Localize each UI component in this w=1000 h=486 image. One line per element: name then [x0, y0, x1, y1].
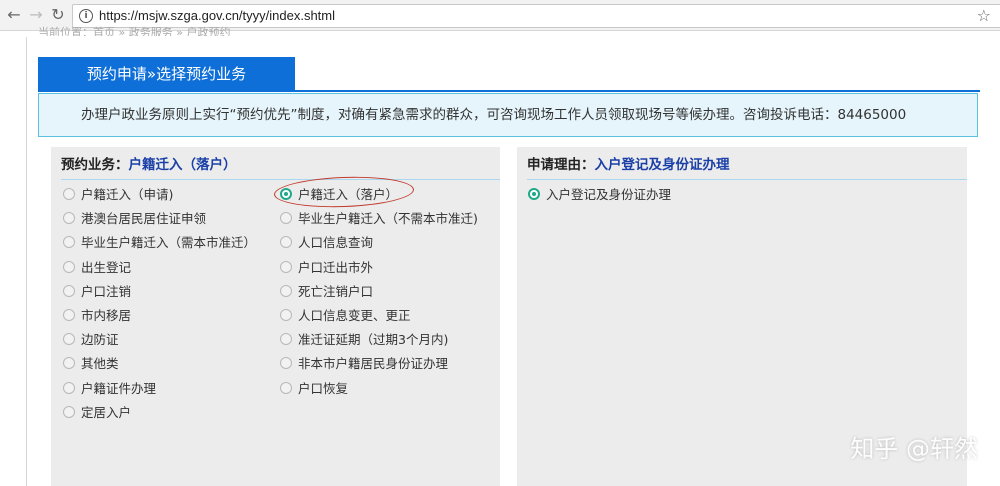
- reason-header-label: 申请理由：: [527, 157, 595, 173]
- radio-icon[interactable]: [63, 188, 75, 200]
- bookmark-star-icon[interactable]: ☆: [977, 6, 991, 25]
- info-icon[interactable]: i: [79, 9, 93, 23]
- service-option-label: 死亡注销户口: [298, 283, 374, 299]
- radio-icon[interactable]: [63, 405, 75, 418]
- service-option-label: 出生登记: [81, 259, 132, 275]
- radio-icon[interactable]: [63, 381, 75, 394]
- service-option-label: 定居入户: [81, 404, 132, 420]
- service-option-label: 户籍证件办理: [81, 380, 157, 396]
- radio-icon[interactable]: [280, 357, 292, 370]
- selected-reason-value: 入户登记及身份证办理: [594, 157, 730, 173]
- service-option-label: 户口恢复: [298, 380, 349, 396]
- radio-icon[interactable]: [63, 236, 75, 249]
- service-option-label: 市内移居: [81, 308, 132, 323]
- service-option-label: 户口注销: [81, 283, 132, 299]
- radio-icon[interactable]: [63, 212, 75, 225]
- service-option-label: 港澳台居民居住证申领: [81, 211, 207, 227]
- radio-icon[interactable]: [280, 236, 292, 249]
- back-arrow-icon[interactable]: ←: [4, 5, 24, 25]
- breadcrumb: 当前位置：首页 » 政务服务 » 户政预约: [38, 26, 231, 36]
- service-option-label: 人口信息变更、更正: [298, 308, 411, 323]
- notice-banner: 办理户政业务原则上实行“预约优先”制度，对确有紧急需求的群众，可咨询现场工作人员…: [38, 93, 978, 137]
- radio-icon[interactable]: [63, 284, 75, 297]
- radio-icon[interactable]: [63, 309, 75, 321]
- service-option-label: 准迁证延期（过期3个月内): [298, 332, 449, 348]
- service-header-label: 预约业务：: [61, 157, 129, 173]
- radio-icon[interactable]: [280, 212, 292, 225]
- radio-selected-icon[interactable]: [528, 188, 540, 200]
- service-option-label: 户籍迁入（申请): [81, 187, 174, 202]
- radio-icon[interactable]: [63, 260, 75, 273]
- tab-underline: [38, 90, 980, 92]
- service-option-label: 边防证: [81, 332, 119, 348]
- radio-icon[interactable]: [63, 333, 75, 346]
- radio-icon[interactable]: [280, 333, 292, 346]
- service-option-label: 非本市户籍居民身份证办理: [298, 356, 449, 372]
- radio-icon[interactable]: [280, 381, 292, 394]
- service-option-label: 毕业生户籍迁入（需本市准迁）: [81, 235, 257, 251]
- service-panel-header: 预约业务：户籍迁入（落户）: [61, 151, 500, 180]
- radio-icon[interactable]: [280, 284, 292, 297]
- service-option-label: 户口迁出市外: [298, 259, 374, 275]
- url-text: https://msjw.szga.gov.cn/tyyy/index.shtm…: [99, 8, 336, 23]
- reason-panel-header: 申请理由：入户登记及身份证办理: [527, 151, 967, 180]
- service-option-label: 人口信息查询: [298, 235, 374, 251]
- selected-service-value: 户籍迁入（落户）: [128, 157, 237, 173]
- radio-selected-icon[interactable]: [280, 188, 292, 200]
- radio-icon[interactable]: [280, 309, 292, 321]
- reason-option-label: 入户登记及身份证办理: [546, 187, 672, 202]
- tab-select-service[interactable]: 预约申请»选择预约业务: [38, 57, 295, 91]
- service-option-label: 户籍迁入（落户）: [298, 187, 399, 202]
- service-option-label: 其他类: [81, 356, 119, 372]
- radio-icon[interactable]: [280, 260, 292, 273]
- radio-icon[interactable]: [63, 357, 75, 370]
- service-panel: 预约业务：户籍迁入（落户） 户籍迁入（申请) 港澳台居民居住证申领 毕业生户籍迁入（…: [51, 147, 500, 486]
- watermark: 知乎 @轩然: [850, 435, 978, 463]
- service-option-label: 毕业生户籍迁入（不需本市准迁): [298, 211, 478, 227]
